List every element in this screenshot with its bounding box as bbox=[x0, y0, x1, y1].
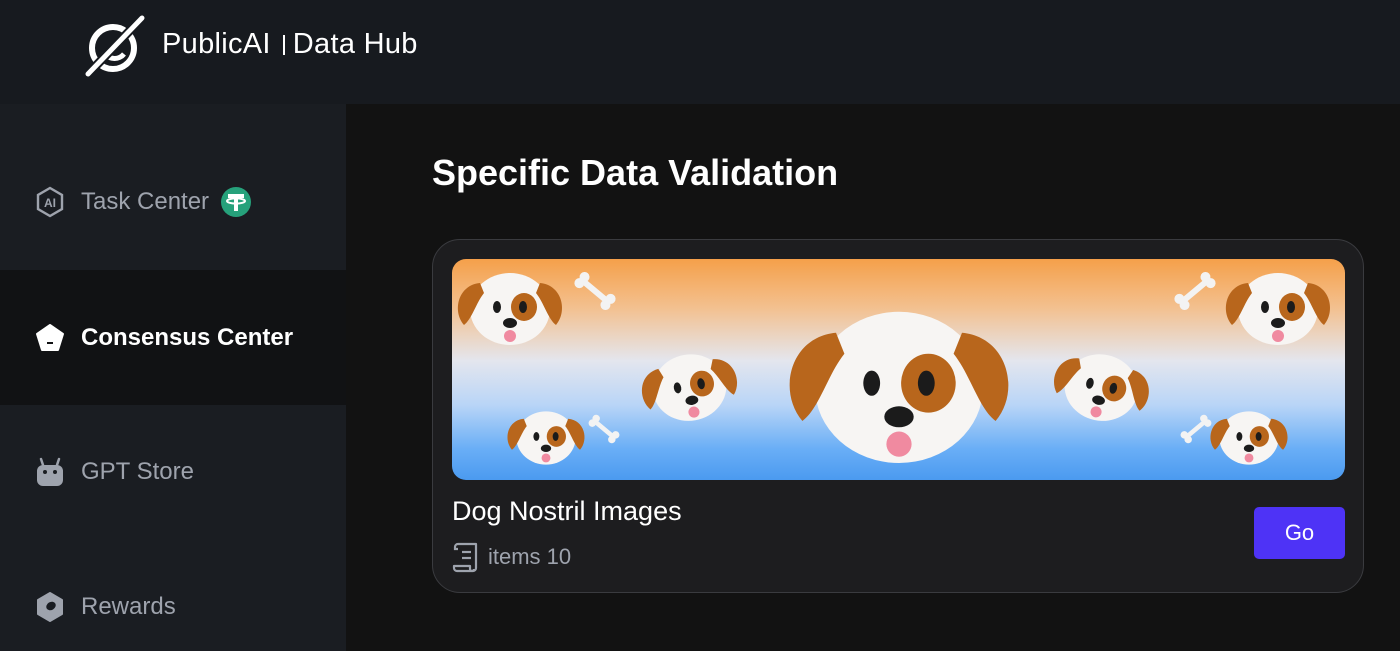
page-title: Specific Data Validation bbox=[432, 152, 839, 193]
items-count: items 10 bbox=[488, 544, 572, 569]
tether-coin-icon bbox=[221, 186, 252, 217]
sidebar-item-label: Consensus Center bbox=[81, 323, 294, 351]
sidebar-item-task-center[interactable]: AI Task Center bbox=[0, 134, 346, 269]
ai-hexagon-icon: AI bbox=[34, 186, 66, 218]
sidebar-item-label: Rewards bbox=[81, 592, 176, 620]
task-title: Dog Nostril Images bbox=[452, 496, 682, 526]
scroll-list-icon bbox=[452, 542, 478, 573]
pentagon-icon bbox=[34, 322, 66, 354]
main-content: Specific Data Validation Dog Nostril Ima… bbox=[346, 104, 1400, 651]
dog-face-icon bbox=[457, 273, 1331, 465]
svg-text:AI: AI bbox=[44, 196, 56, 210]
brand-name: PublicAI bbox=[162, 28, 271, 60]
robot-icon bbox=[34, 456, 66, 488]
task-banner-image bbox=[452, 259, 1345, 480]
hexagon-ring-icon bbox=[34, 591, 66, 623]
go-button[interactable]: Go bbox=[1254, 507, 1345, 559]
brand-separator bbox=[282, 34, 285, 55]
sidebar-item-gpt-store[interactable]: GPT Store bbox=[0, 404, 346, 539]
sidebar-item-label: GPT Store bbox=[81, 457, 194, 485]
task-card[interactable]: Dog Nostril Images items 10 Go bbox=[432, 239, 1364, 593]
sidebar-item-label: Task Center bbox=[81, 187, 210, 215]
product-name: Data Hub bbox=[292, 28, 418, 60]
brand-title[interactable]: PublicAI Data Hub bbox=[162, 28, 418, 61]
top-bar: PublicAI Data Hub bbox=[0, 0, 1400, 104]
task-meta: items 10 bbox=[452, 541, 571, 573]
sidebar-item-rewards[interactable]: Rewards bbox=[0, 539, 346, 651]
sidebar-item-consensus-center[interactable]: Consensus Center bbox=[0, 270, 346, 405]
planet-slash-logo-icon[interactable] bbox=[82, 14, 146, 78]
sidebar: AI Task Center Consensus Center GPT Stor… bbox=[0, 104, 346, 651]
